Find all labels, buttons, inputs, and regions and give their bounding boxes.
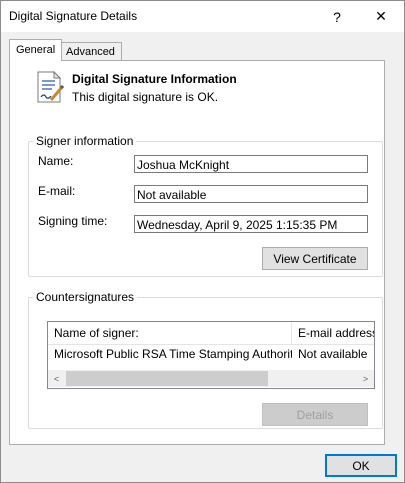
name-label: Name: [38, 154, 74, 168]
column-header-signer-name[interactable]: Name of signer: [48, 322, 292, 344]
help-button[interactable]: ? [315, 1, 359, 32]
signing-time-field[interactable]: Wednesday, April 9, 2025 1:15:35 PM [134, 215, 368, 233]
signer-group-label: Signer information [36, 134, 134, 148]
countersignatures-group: Countersignatures Name of signer: E-mail… [28, 290, 383, 429]
table-row[interactable]: Microsoft Public RSA Time Stamping Autho… [48, 345, 374, 363]
column-header-email[interactable]: E-mail address: [292, 322, 374, 344]
name-field[interactable]: Joshua McKnight [134, 155, 368, 173]
general-tab-panel: Digital Signature Information This digit… [9, 60, 385, 445]
dialog-window: Digital Signature Details ? ✕ General Ad… [0, 0, 405, 483]
window-title: Digital Signature Details [9, 9, 138, 23]
scroll-left-arrow-icon[interactable]: < [48, 370, 65, 387]
horizontal-scrollbar[interactable]: < > [48, 370, 374, 387]
signature-info-heading: Digital Signature Information [72, 72, 237, 86]
email-field[interactable]: Not available [134, 185, 368, 203]
details-button[interactable]: Details [262, 403, 368, 426]
tab-advanced[interactable]: Advanced [59, 42, 122, 62]
list-header: Name of signer: E-mail address: [48, 322, 374, 345]
close-icon: ✕ [375, 8, 387, 24]
title-bar: Digital Signature Details ? ✕ [1, 1, 404, 32]
scrollbar-thumb[interactable] [66, 371, 268, 386]
signer-name-cell: Microsoft Public RSA Time Stamping Autho… [54, 347, 292, 361]
ok-button[interactable]: OK [325, 454, 397, 477]
tab-general[interactable]: General [9, 39, 63, 61]
close-button[interactable]: ✕ [359, 1, 403, 32]
signed-document-icon [37, 70, 65, 103]
signer-information-group: Signer information Name: Joshua McKnight… [28, 134, 383, 277]
email-label: E-mail: [38, 184, 76, 198]
countersignatures-list[interactable]: Name of signer: E-mail address: Microsof… [47, 321, 375, 389]
countersignatures-group-label: Countersignatures [36, 290, 135, 304]
signing-time-label: Signing time: [38, 214, 108, 228]
signature-status-text: This digital signature is OK. [72, 90, 219, 104]
scroll-right-arrow-icon[interactable]: > [357, 370, 374, 387]
view-certificate-button[interactable]: View Certificate [262, 247, 368, 270]
signer-email-cell: Not available [298, 347, 368, 361]
